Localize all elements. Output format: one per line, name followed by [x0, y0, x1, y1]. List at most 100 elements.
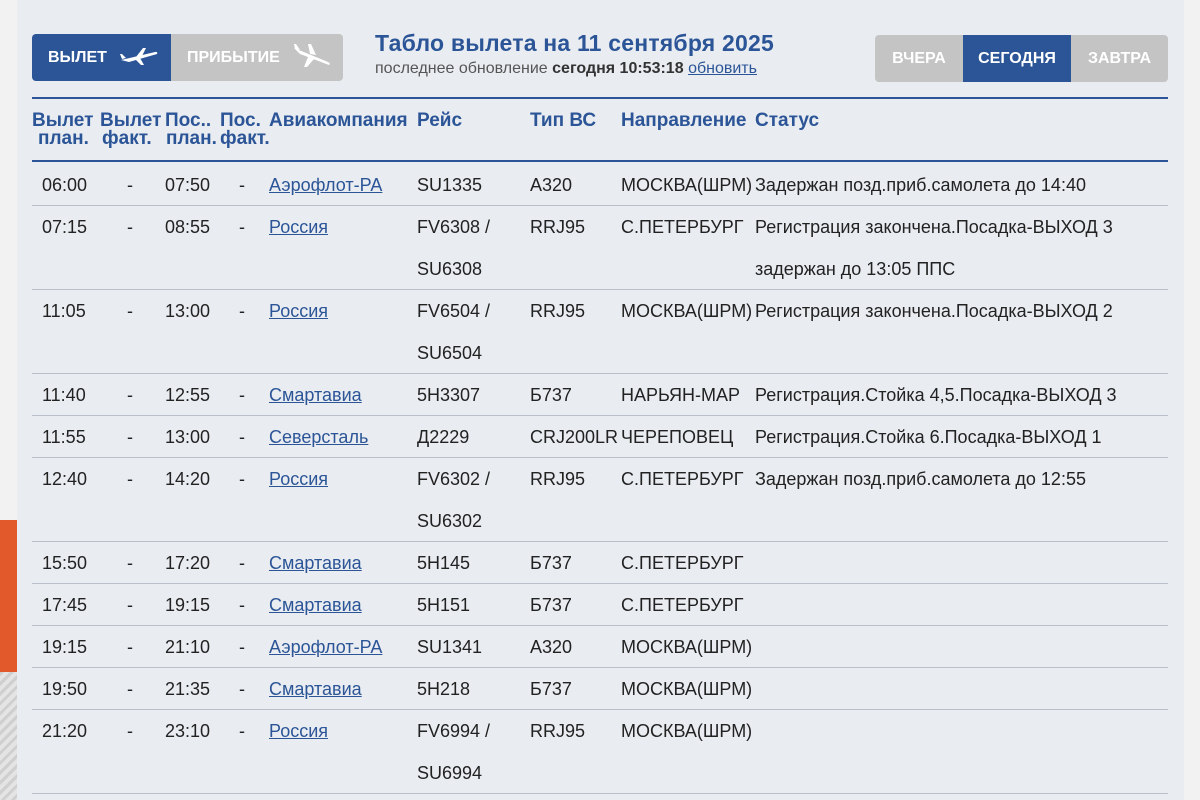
cell-destination: С.ПЕТЕРБУРГ [621, 553, 744, 573]
table-header: Вылет план. Вылет факт. Пос.. план. Пос.… [32, 108, 1168, 162]
airline-link[interactable]: Россия [269, 217, 328, 237]
cell-flight-line1: SU1341 [417, 637, 483, 657]
cell-dep-plan: 19:50 [42, 679, 88, 699]
cell-land-plan: 13:00 [165, 301, 211, 321]
airline-link[interactable]: Смартавиа [269, 595, 362, 615]
airline-link[interactable]: Северсталь [269, 427, 368, 447]
table-row: 06:00 - 07:50 - Аэрофлот-РА SU1335 A320 МОСКВА(… [32, 164, 1168, 206]
update-prefix: последнее обновление [375, 60, 553, 77]
cell-status-line1: Регистрация.Стойка 4,5.Посадка-ВЫХОД 3 [755, 385, 1117, 405]
cell-land-plan: 23:10 [165, 721, 211, 741]
cell-flight-line1: 5H3307 [417, 385, 481, 405]
cell-flight: FV6994 / SU6994 [417, 720, 490, 784]
cell-flight-line1: FV6308 / [417, 217, 491, 237]
cell-flight-line2: SU6504 [417, 343, 483, 363]
tab-today[interactable]: СЕГОДНЯ [963, 35, 1071, 82]
cell-status-line2: задержан до 13:05 ППС [755, 259, 956, 279]
airline-link[interactable]: Смартавиа [269, 679, 362, 699]
col-land-plan-line2: план. [166, 128, 217, 149]
col-destination: Направление [621, 110, 747, 131]
cell-land-plan: 19:15 [165, 595, 211, 615]
airplane-landing-icon [292, 43, 332, 72]
cell-aircraft: Б737 [530, 679, 572, 699]
tab-departure[interactable]: ВЫЛЕТ [32, 34, 171, 81]
day-tabs: ВЧЕРА СЕГОДНЯ ЗАВТРА [875, 35, 1168, 82]
table-row: 21:20 - 23:10 - Россия FV6994 / SU6994 RRJ95 МОС… [32, 710, 1168, 794]
cell-land-fact: - [239, 385, 245, 405]
airline-link[interactable]: Аэрофлот-РА [269, 637, 382, 657]
tab-departure-label: ВЫЛЕТ [48, 48, 107, 66]
cell-land-fact: - [239, 637, 245, 657]
cell-dep-plan: 07:15 [42, 217, 88, 237]
cell-flight-line2: SU6302 [417, 511, 483, 531]
cell-dep-plan: 17:45 [42, 595, 88, 615]
cell-land-plan: 21:10 [165, 637, 211, 657]
airline-link[interactable]: Смартавиа [269, 385, 362, 405]
cell-flight: FV6308 / SU6308 [417, 216, 490, 280]
table-row: 11:40 - 12:55 - Смартавиа 5H3307 Б737 НАРЬЯН-МА… [32, 374, 1168, 416]
cell-dep-fact: - [127, 469, 133, 489]
cell-land-fact: - [239, 679, 245, 699]
cell-land-fact: - [239, 595, 245, 615]
cell-flight-line1: SU1335 [417, 175, 483, 195]
textured-stripe [0, 672, 17, 800]
col-flight: Рейс [417, 110, 463, 131]
cell-flight: FV6302 / SU6302 [417, 468, 490, 532]
cell-dep-plan: 12:40 [42, 469, 88, 489]
update-time: сегодня 10:53:18 [552, 60, 684, 77]
cell-land-plan: 07:50 [165, 175, 211, 195]
cell-dep-fact: - [127, 301, 133, 321]
cell-airline: Смартавиа [269, 594, 362, 616]
airline-link[interactable]: Россия [269, 301, 328, 321]
col-land-fact: Пос. факт. [220, 111, 270, 149]
col-dep-plan: Вылет план. [32, 111, 93, 148]
cell-airline: Смартавиа [269, 552, 362, 574]
cell-destination: МОСКВА(ШРМ) [621, 637, 753, 657]
col-aircraft: Тип ВС [530, 110, 597, 131]
col-dep-fact: Вылет факт. [100, 111, 161, 148]
refresh-link[interactable]: обновить [688, 60, 757, 77]
cell-flight-line1: 5H151 [417, 595, 471, 615]
airline-link[interactable]: Аэрофлот-РА [269, 175, 382, 195]
airline-link[interactable]: Смартавиа [269, 553, 362, 573]
cell-flight-line1: Д2229 [417, 427, 470, 447]
table-row: 11:05 - 13:00 - Россия FV6504 / SU6504 RRJ95 МОС… [32, 290, 1168, 374]
tab-tomorrow[interactable]: ЗАВТРА [1071, 35, 1168, 82]
cell-land-fact: - [239, 721, 245, 741]
cell-flight-line1: FV6302 / [417, 469, 491, 489]
table-row: 07:15 - 08:55 - Россия FV6308 / SU6308 RRJ95 С.П… [32, 206, 1168, 290]
cell-dep-fact: - [127, 553, 133, 573]
cell-destination: МОСКВА(ШРМ) [621, 301, 753, 321]
cell-airline: Россия [269, 468, 328, 490]
cell-destination: С.ПЕТЕРБУРГ [621, 217, 744, 237]
tab-arrival[interactable]: ПРИБЫТИЕ [171, 34, 343, 81]
cell-land-plan: 13:00 [165, 427, 211, 447]
table-row: 19:15 - 21:10 - Аэрофлот-РА SU1341 A320 МОСКВА(… [32, 626, 1168, 668]
cell-airline: Аэрофлот-РА [269, 174, 382, 196]
cell-status-line1: Регистрация закончена.Посадка-ВЫХОД 3 [755, 217, 1113, 237]
cell-destination: ЧЕРЕПОВЕЦ [621, 427, 734, 447]
tab-yesterday[interactable]: ВЧЕРА [875, 35, 963, 82]
cell-flight-line1: 5H145 [417, 553, 471, 573]
cell-dep-fact: - [127, 217, 133, 237]
page-title: Табло вылета на 11 сентября 2025 [375, 30, 774, 56]
airline-link[interactable]: Россия [269, 469, 328, 489]
left-decoration [0, 0, 17, 800]
cell-flight-line2: SU6994 [417, 763, 483, 783]
cell-land-fact: - [239, 469, 245, 489]
cell-status: Задержан позд.приб.самолета до 12:55 [755, 468, 1086, 510]
cell-dep-plan: 11:55 [42, 427, 86, 447]
col-land-fact-line2: факт. [220, 128, 270, 149]
cell-status-line1: Регистрация закончена.Посадка-ВЫХОД 2 [755, 301, 1113, 321]
departure-board-panel: ВЫЛЕТ ПРИБЫТИЕ Табло вылета на 11 сентяб… [17, 0, 1184, 800]
table-row: 12:40 - 14:20 - Россия FV6302 / SU6302 RRJ95 С.П… [32, 458, 1168, 542]
cell-aircraft: Б737 [530, 385, 572, 405]
airline-link[interactable]: Россия [269, 721, 328, 741]
cell-airline: Россия [269, 216, 328, 238]
tab-arrival-label: ПРИБЫТИЕ [187, 48, 280, 66]
cell-flight: FV6504 / SU6504 [417, 300, 490, 364]
airplane-takeoff-icon [119, 46, 159, 70]
cell-aircraft: Б737 [530, 553, 572, 573]
cell-status-line1: Регистрация.Стойка 6.Посадка-ВЫХОД 1 [755, 427, 1102, 447]
cell-dep-plan: 11:40 [42, 385, 86, 405]
